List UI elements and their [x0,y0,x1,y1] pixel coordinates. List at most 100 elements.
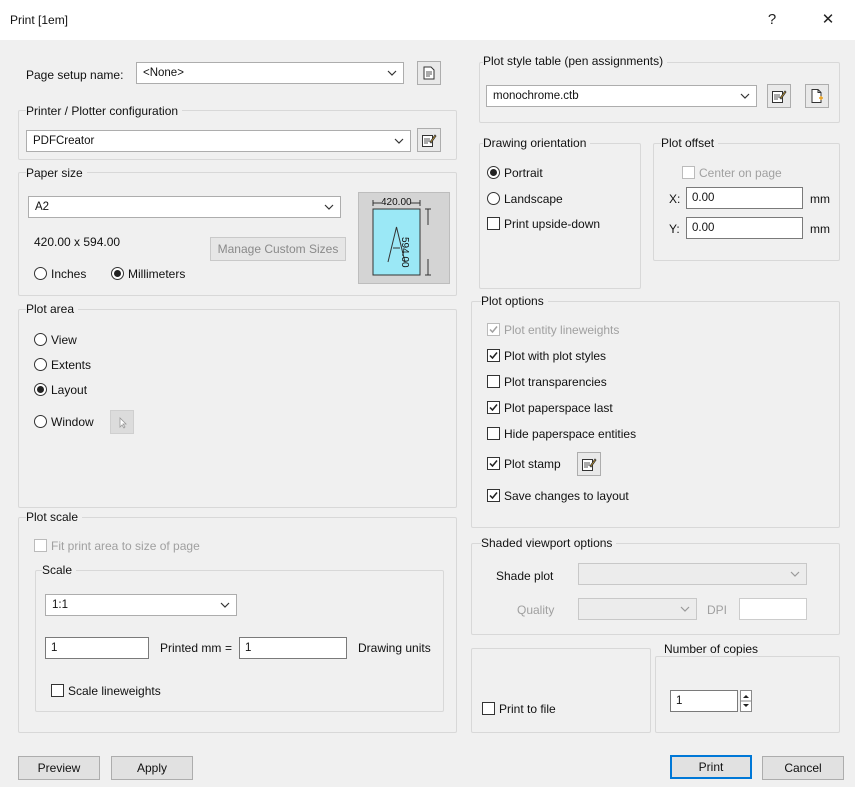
chevron-down-icon [387,70,397,76]
drawing-units-input[interactable]: 1 [239,637,347,659]
plot-area-window-radio[interactable] [34,415,47,428]
printed-units-input[interactable]: 1 [45,637,149,659]
plot-stamp-settings-button[interactable] [577,452,601,476]
save-changes-checkbox[interactable] [487,489,500,502]
chevron-down-icon [324,204,334,210]
chevron-down-icon [740,93,750,99]
units-millimeters-label: Millimeters [128,267,186,281]
printer-select[interactable]: PDFCreator [26,130,411,152]
copies-input[interactable]: 1 [670,690,738,712]
plot-with-styles-label: Plot with plot styles [504,349,607,363]
edit-icon [772,90,787,103]
printer-properties-button[interactable] [417,128,441,152]
plot-paperspace-last-label: Plot paperspace last [504,401,613,415]
dpi-label: DPI [707,603,728,617]
offset-x-input[interactable]: 0.00 [686,187,803,209]
plot-area-extents-radio[interactable] [34,358,47,371]
checkmark-icon [489,352,498,360]
edit-plot-style-button[interactable] [767,84,791,108]
print-dialog: Print [1em] ? ✕ Page setup name: <None> … [0,0,855,787]
scale-lineweights-label: Scale lineweights [68,684,161,698]
hide-paperspace-checkbox[interactable] [487,427,500,440]
center-on-page-checkbox[interactable] [682,166,695,179]
shaded-viewport-group [471,543,840,635]
shade-plot-select[interactable] [578,563,807,585]
paper-preview: 420.00 594.00 [358,192,450,284]
print-button[interactable]: Print [670,755,752,779]
plot-area-layout-radio[interactable] [34,383,47,396]
checkmark-icon [489,460,498,468]
plot-style-value: monochrome.ctb [493,90,579,102]
scale-value: 1:1 [52,599,68,611]
dpi-input[interactable] [739,598,807,620]
printer-group-title: Printer / Plotter configuration [26,104,183,118]
fit-to-page-checkbox[interactable] [34,539,47,552]
offset-y-input[interactable]: 0.00 [686,217,803,239]
printed-mm-label: Printed mm [160,641,222,655]
equals-label: = [225,641,233,655]
plot-style-select[interactable]: monochrome.ctb [486,85,757,107]
hide-paperspace-label: Hide paperspace entities [504,427,637,441]
plot-area-group-title: Plot area [26,302,79,316]
scale-select[interactable]: 1:1 [45,594,237,616]
page-setup-label: Page setup name: [26,68,124,82]
copies-spinner[interactable] [740,690,752,712]
print-to-file-checkbox[interactable] [482,702,495,715]
plot-options-group-title: Plot options [481,294,548,308]
orientation-landscape-radio[interactable] [487,192,500,205]
plot-stamp-checkbox[interactable] [487,457,500,470]
plot-style-group-title: Plot style table (pen assignments) [483,54,668,68]
plot-entity-lineweights-checkbox[interactable] [487,323,500,336]
paper-dimensions: 420.00 x 594.00 [34,235,121,249]
apply-button[interactable]: Apply [111,756,193,780]
paper-size-select[interactable]: A2 [28,196,341,218]
save-changes-label: Save changes to layout [504,489,629,503]
print-to-file-group [471,648,651,733]
shaded-viewport-group-title: Shaded viewport options [481,536,617,550]
plot-scale-group-title: Plot scale [26,510,83,524]
cursor-icon [119,417,127,429]
paper-size-value: A2 [35,201,50,213]
checkmark-icon [489,326,498,334]
units-inches-radio[interactable] [34,267,47,280]
offset-x-unit: mm [810,192,830,206]
new-document-icon [811,89,823,103]
upside-down-checkbox[interactable] [487,217,500,230]
spinner-arrows-icon [741,695,751,707]
new-plot-style-button[interactable] [805,84,829,108]
plot-with-styles-checkbox[interactable] [487,349,500,362]
help-button[interactable]: ? [752,6,792,34]
plot-paperspace-last-checkbox[interactable] [487,401,500,414]
plot-stamp-label: Plot stamp [504,457,561,471]
manage-custom-sizes-button[interactable]: Manage Custom Sizes [210,237,346,261]
pick-window-button[interactable] [110,410,134,434]
offset-y-unit: mm [810,222,830,236]
cancel-button[interactable]: Cancel [762,756,844,780]
plot-transparencies-checkbox[interactable] [487,375,500,388]
plot-entity-lineweights-label: Plot entity lineweights [504,323,620,337]
quality-select[interactable] [578,598,697,620]
plot-transparencies-label: Plot transparencies [504,375,607,389]
chevron-down-icon [220,602,230,608]
orientation-landscape-label: Landscape [504,192,563,206]
orientation-portrait-label: Portrait [504,166,543,180]
drawing-units-label: Drawing units [358,641,431,655]
plot-area-window-label: Window [51,415,94,429]
scale-lineweights-checkbox[interactable] [51,684,64,697]
print-to-file-label: Print to file [499,702,556,716]
edit-icon [582,458,597,471]
orientation-portrait-radio[interactable] [487,166,500,179]
import-page-setup-button[interactable] [417,61,441,85]
units-millimeters-radio[interactable] [111,267,124,280]
page-setup-select[interactable]: <None> [136,62,404,84]
offset-y-label: Y: [669,222,680,236]
fit-to-page-label: Fit print area to size of page [51,539,200,553]
chevron-down-icon [680,606,690,612]
plot-area-view-radio[interactable] [34,333,47,346]
plot-offset-group-title: Plot offset [661,136,719,150]
orientation-group-title: Drawing orientation [483,136,591,150]
plot-area-layout-label: Layout [51,383,88,397]
paper-size-group-title: Paper size [26,166,87,180]
preview-button[interactable]: Preview [18,756,100,780]
close-button[interactable]: ✕ [808,6,848,34]
